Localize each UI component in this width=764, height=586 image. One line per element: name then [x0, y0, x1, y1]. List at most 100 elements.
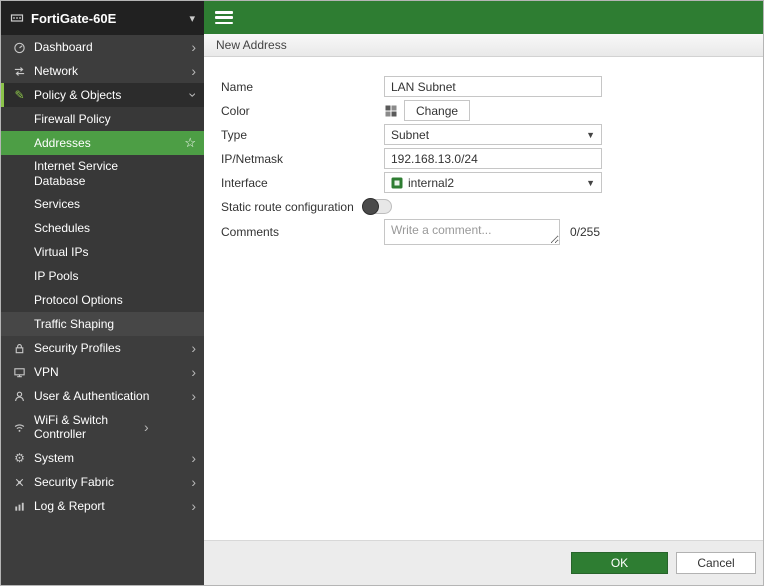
wifi-icon [11, 421, 28, 434]
sidebar-item-label: Network [34, 63, 79, 78]
chevron-right-icon: › [191, 388, 196, 404]
network-arrows-icon [11, 65, 28, 78]
chevron-right-icon: › [191, 340, 196, 356]
name-input[interactable] [384, 76, 602, 97]
bar-chart-icon [11, 500, 28, 513]
ip-netmask-row: IP/Netmask [221, 147, 763, 170]
interface-row: Interface internal2 ▼ [221, 171, 763, 194]
toggle-knob [361, 198, 379, 215]
palette-icon [384, 104, 398, 118]
sidebar-item-wifi-switch-controller[interactable]: WiFi & Switch Controller › [1, 408, 204, 446]
fabric-icon [11, 476, 28, 489]
chevron-right-icon: › [191, 450, 196, 466]
type-label: Type [221, 127, 248, 142]
sidebar-item-internet-service-database[interactable]: Internet Service Database [1, 155, 204, 192]
sidebar-item-label: Firewall Policy [34, 111, 111, 126]
static-route-row: Static route configuration [221, 195, 763, 218]
sidebar-item-label: Log & Report [34, 498, 105, 513]
comments-textarea[interactable] [384, 219, 560, 245]
device-selector[interactable]: FortiGate-60E ▾ [1, 1, 204, 35]
breadcrumb: New Address [204, 34, 763, 57]
sidebar-item-traffic-shaping[interactable]: Traffic Shaping [1, 312, 204, 336]
sidebar-item-label: Virtual IPs [34, 244, 89, 259]
sidebar-item-label: Schedules [34, 220, 91, 235]
interface-port-icon [391, 177, 403, 189]
form-footer: OK Cancel [204, 540, 763, 585]
new-address-form: Name Color Change Type Subnet ▼ IP/Netma… [204, 57, 763, 540]
color-label: Color [221, 103, 250, 118]
sidebar-item-label: Internet Service Database [34, 158, 119, 188]
gear-icon: ⚙ [14, 451, 25, 465]
sidebar-item-services[interactable]: Services [1, 192, 204, 216]
page-title: New Address [216, 38, 287, 52]
chevron-down-icon: ▾ [189, 12, 195, 25]
change-color-button[interactable]: Change [404, 100, 471, 121]
chevron-right-icon: › [191, 63, 196, 79]
static-route-toggle[interactable] [361, 198, 392, 215]
sidebar-item-label: VPN [34, 364, 59, 379]
interface-label: Interface [221, 175, 268, 190]
appliance-icon [10, 11, 24, 25]
star-icon[interactable]: ☆ [184, 135, 196, 151]
sidebar-item-label: Dashboard [34, 39, 93, 54]
comments-counter: 0/255 [570, 225, 601, 239]
sidebar-item-label: System [34, 450, 75, 465]
sidebar-item-label: User & Authentication [34, 388, 150, 403]
chevron-expanded-icon: › [185, 92, 202, 98]
sidebar-item-policy-objects[interactable]: ✎ Policy & Objects › [1, 83, 204, 107]
type-row: Type Subnet ▼ [221, 123, 763, 146]
cancel-button[interactable]: Cancel [676, 552, 756, 574]
sidebar-item-log-report[interactable]: Log & Report › [1, 494, 204, 518]
sidebar-item-label: IP Pools [34, 268, 79, 283]
chevron-right-icon: › [191, 364, 196, 380]
sidebar-item-firewall-policy[interactable]: Firewall Policy [1, 107, 204, 131]
sidebar-item-label: Protocol Options [34, 292, 123, 307]
sidebar-item-user-authentication[interactable]: User & Authentication › [1, 384, 204, 408]
sidebar-item-security-fabric[interactable]: Security Fabric › [1, 470, 204, 494]
interface-select[interactable]: internal2 ▼ [384, 172, 602, 193]
gauge-icon [11, 41, 28, 54]
chevron-right-icon: › [144, 419, 149, 435]
sidebar-item-label: Security Fabric [34, 474, 115, 489]
interface-value: internal2 [408, 175, 455, 190]
device-name: FortiGate-60E [31, 10, 117, 26]
static-route-label: Static route configuration [221, 199, 354, 214]
name-label: Name [221, 79, 254, 94]
lock-icon [11, 342, 28, 355]
type-select[interactable]: Subnet ▼ [384, 124, 602, 145]
sidebar-item-schedules[interactable]: Schedules [1, 216, 204, 240]
sidebar-item-label: Services [34, 196, 81, 211]
name-row: Name [221, 75, 763, 98]
pencil-icon: ✎ [14, 88, 25, 102]
sidebar-item-label: Security Profiles [34, 340, 121, 355]
ip-netmask-label: IP/Netmask [221, 151, 284, 166]
ok-button[interactable]: OK [571, 552, 668, 574]
color-row: Color Change [221, 99, 763, 122]
type-value: Subnet [391, 127, 430, 142]
comments-label: Comments [221, 225, 280, 239]
hamburger-menu-icon[interactable] [215, 11, 233, 24]
sidebar-item-label: Traffic Shaping [34, 316, 115, 331]
sidebar-item-ip-pools[interactable]: IP Pools [1, 264, 204, 288]
monitor-icon [11, 366, 28, 379]
chevron-right-icon: › [191, 39, 196, 55]
sidebar-item-security-profiles[interactable]: Security Profiles › [1, 336, 204, 360]
sidebar-item-label: Addresses [34, 135, 91, 150]
person-icon [11, 390, 28, 403]
chevron-down-icon: ▼ [586, 129, 595, 140]
sidebar-item-system[interactable]: ⚙ System › [1, 446, 204, 470]
sidebar-item-addresses[interactable]: Addresses ☆ [1, 131, 204, 155]
sidebar: FortiGate-60E ▾ Dashboard › Network › ✎ … [1, 1, 204, 585]
top-navbar [204, 1, 763, 34]
comments-row: Comments 0/255 [221, 219, 763, 245]
sidebar-item-protocol-options[interactable]: Protocol Options [1, 288, 204, 312]
sidebar-item-label: Policy & Objects [34, 87, 122, 102]
sidebar-item-dashboard[interactable]: Dashboard › [1, 35, 204, 59]
sidebar-item-vpn[interactable]: VPN › [1, 360, 204, 384]
sidebar-item-virtual-ips[interactable]: Virtual IPs [1, 240, 204, 264]
chevron-down-icon: ▼ [586, 177, 595, 188]
sidebar-item-network[interactable]: Network › [1, 59, 204, 83]
chevron-right-icon: › [191, 498, 196, 514]
sidebar-item-label: WiFi & Switch Controller [34, 412, 109, 441]
ip-netmask-input[interactable] [384, 148, 602, 169]
